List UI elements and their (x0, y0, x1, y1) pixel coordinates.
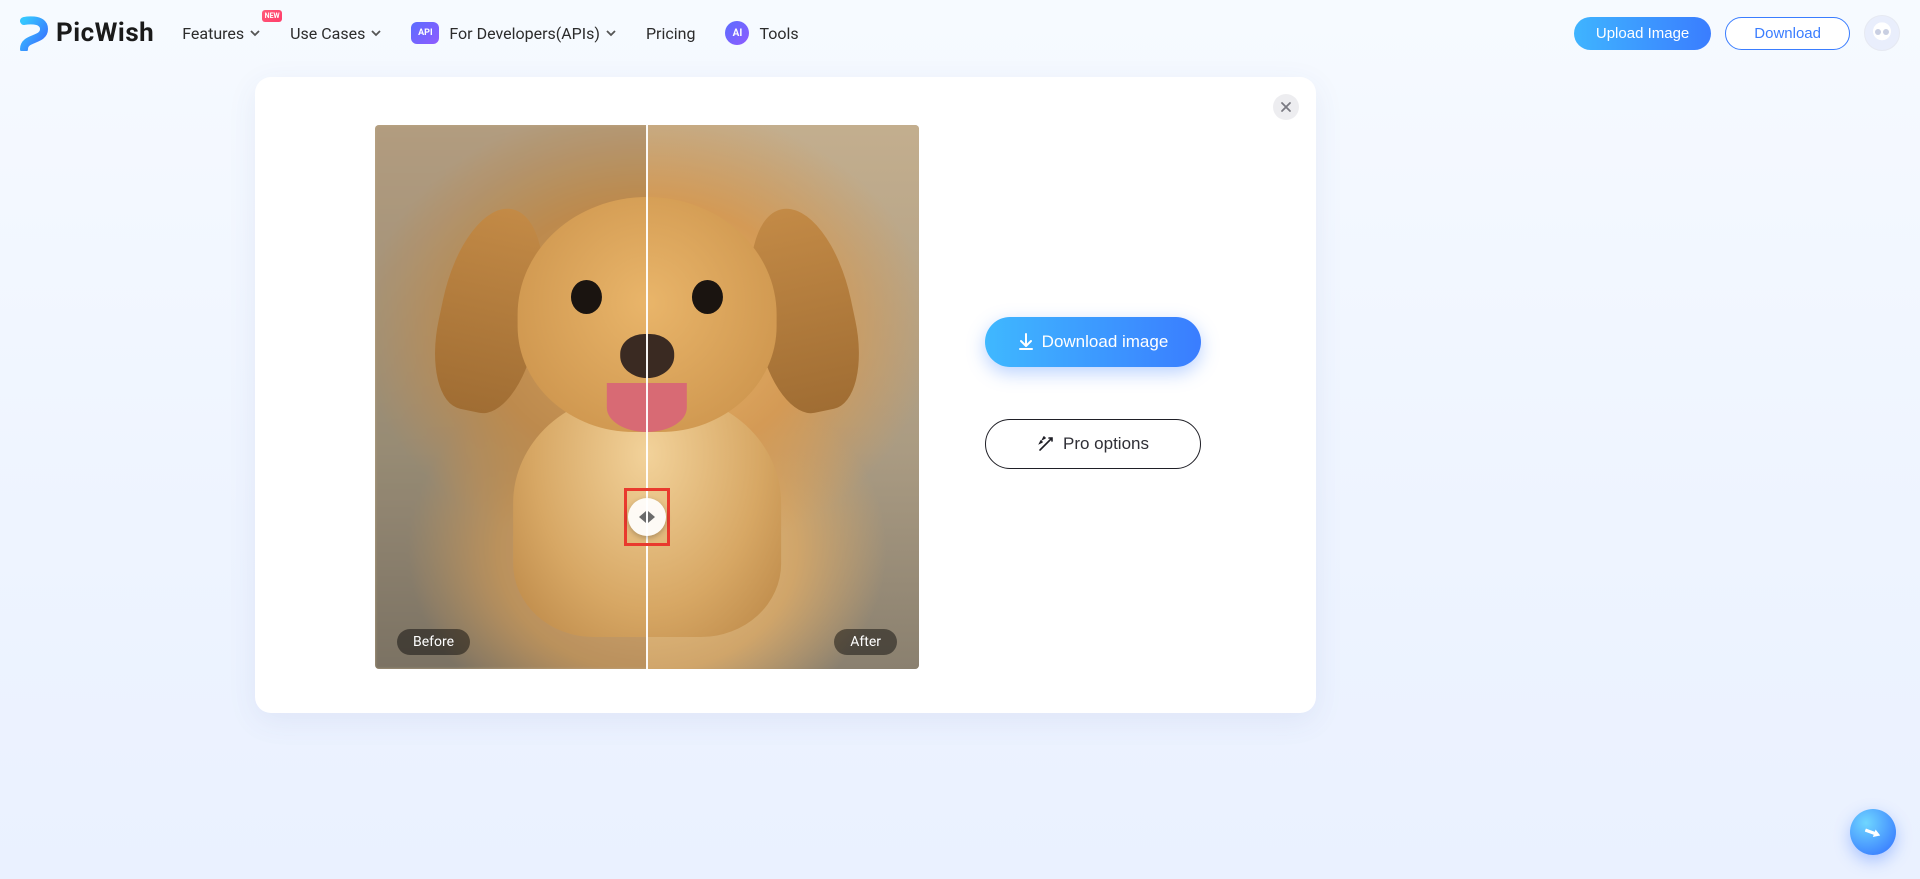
nav-pricing-label: Pricing (646, 24, 696, 43)
upload-image-button[interactable]: Upload Image (1574, 17, 1711, 50)
compare-viewer: Before After (375, 125, 919, 669)
header-bar: PicWish Features NEW Use Cases API For D… (0, 0, 1920, 66)
before-label: Before (397, 629, 470, 655)
download-image-label: Download image (1042, 332, 1169, 352)
after-label: After (834, 629, 897, 655)
download-app-button[interactable]: Download (1725, 17, 1850, 50)
pro-options-label: Pro options (1063, 434, 1149, 454)
magic-wand-icon (1037, 435, 1055, 453)
main-nav: Features NEW Use Cases API For Developer… (182, 21, 798, 45)
nav-for-developers-label: For Developers(APIs) (449, 24, 600, 43)
nav-use-cases-label: Use Cases (290, 24, 365, 43)
ai-badge-icon: AI (725, 21, 749, 45)
assistant-fab[interactable] (1850, 809, 1896, 855)
close-icon (1280, 101, 1292, 113)
pro-options-button[interactable]: Pro options (985, 419, 1201, 469)
arrow-left-icon (639, 511, 646, 523)
nav-tools-label: Tools (759, 24, 798, 43)
new-badge: NEW (262, 10, 282, 22)
download-image-button[interactable]: Download image (985, 317, 1201, 367)
nav-use-cases[interactable]: Use Cases (290, 24, 381, 43)
compare-slider-handle[interactable] (628, 498, 666, 536)
header-actions: Upload Image Download (1574, 15, 1900, 51)
compare-divider (646, 125, 648, 669)
chevron-down-icon (371, 28, 381, 38)
nav-for-developers[interactable]: API For Developers(APIs) (411, 22, 616, 44)
result-card: Before After Download image Pro options (255, 77, 1316, 713)
nav-features[interactable]: Features NEW (182, 24, 260, 43)
download-icon (1018, 333, 1034, 351)
chevron-down-icon (606, 28, 616, 38)
nav-pricing[interactable]: Pricing (646, 24, 696, 43)
brand-name: PicWish (56, 18, 154, 48)
brand-logo[interactable]: PicWish (20, 15, 154, 51)
nav-tools[interactable]: AI Tools (725, 21, 798, 45)
nav-features-label: Features (182, 24, 244, 43)
chevron-down-icon (250, 28, 260, 38)
result-actions: Download image Pro options (985, 317, 1201, 469)
arrow-right-icon (648, 511, 655, 523)
api-badge-icon: API (411, 22, 439, 44)
brand-logo-icon (20, 15, 48, 51)
close-button[interactable] (1273, 94, 1299, 120)
user-avatar[interactable] (1864, 15, 1900, 51)
